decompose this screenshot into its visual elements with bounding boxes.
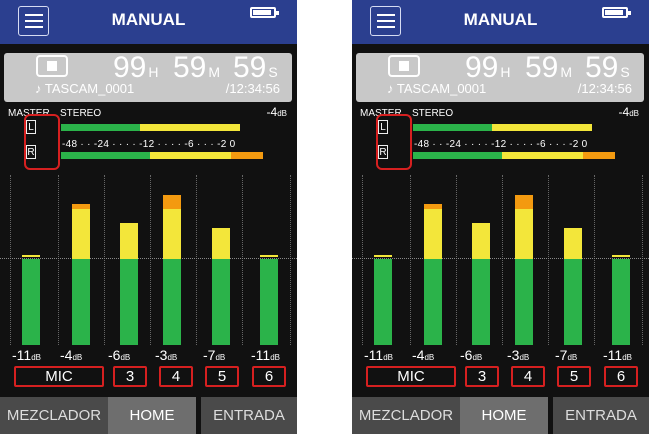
meter-reference-line: [0, 258, 297, 259]
meter-gridline: [104, 175, 105, 345]
stop-icon: [399, 61, 409, 71]
file-name: ♪ TASCAM_0001: [387, 81, 487, 96]
left-channel-label: L: [378, 120, 388, 134]
recorder-screen: MANUAL 99 H 59 M 59 S ♪ TASCAM_0001 /12:34:…: [352, 0, 649, 434]
channel-meter: [424, 204, 442, 345]
tab-home[interactable]: HOME: [460, 397, 548, 434]
tab-entrada[interactable]: ENTRADA: [201, 397, 297, 434]
minutes-readout: 59 M: [525, 51, 573, 84]
master-meter-right: [413, 152, 615, 159]
meter-gridline: [196, 175, 197, 345]
time-counter: 99 H 59 M 59 S ♪ TASCAM_0001 /12:34:56: [4, 51, 292, 102]
channel-meter: [163, 195, 181, 345]
master-meter-right: [61, 152, 263, 159]
channel-level-readout: -11dB: [603, 347, 632, 363]
meter-gridline: [410, 175, 411, 345]
channel-meter: [22, 255, 40, 345]
hours-readout: 99 H: [113, 51, 159, 84]
channel-meter: [72, 204, 90, 345]
channel-level-readout: -11dB: [251, 347, 280, 363]
channel-level-readout: -3dB: [155, 347, 178, 363]
meter-gridline: [242, 175, 243, 345]
channel-meter: [515, 195, 533, 345]
stereo-label: STEREO: [60, 108, 102, 119]
meter-gridline: [10, 175, 11, 345]
channel-level-readout: -6dB: [108, 347, 131, 363]
channel-level-readout: -11dB: [364, 347, 393, 363]
channel-meter: [612, 255, 630, 345]
meter-gridline: [290, 175, 291, 345]
stop-icon: [47, 61, 57, 71]
seconds-readout: 59 S: [233, 51, 278, 84]
tab-mezclador[interactable]: MEZCLADOR: [0, 397, 108, 434]
meter-gridline: [58, 175, 59, 345]
channel-meter: [564, 228, 582, 345]
meter-gridline: [594, 175, 595, 345]
top-bar: MANUAL: [352, 0, 649, 44]
minutes-readout: 59 M: [173, 51, 221, 84]
channel-meters: [352, 175, 649, 345]
left-channel-label: L: [26, 120, 36, 134]
channel-level-readout: -7dB: [555, 347, 578, 363]
right-channel-label: R: [26, 145, 36, 159]
channel-meter: [120, 223, 138, 345]
meter-gridline: [150, 175, 151, 345]
battery-icon: [250, 7, 279, 18]
channel-meter: [472, 223, 490, 345]
right-channel-label: R: [378, 145, 388, 159]
meter-reference-line: [352, 258, 649, 259]
channel-button[interactable]: MIC: [14, 366, 104, 387]
master-meter-left: [413, 124, 592, 131]
stereo-label: STEREO: [412, 108, 454, 119]
channel-button[interactable]: 3: [465, 366, 499, 387]
meter-gridline: [502, 175, 503, 345]
channel-button[interactable]: 4: [511, 366, 545, 387]
channel-meter: [212, 228, 230, 345]
meter-gridline: [362, 175, 363, 345]
master-peak-value: -4dB: [618, 105, 639, 119]
stop-button[interactable]: [36, 55, 68, 77]
total-time: /12:34:56: [225, 81, 280, 96]
channel-level-readout: -3dB: [507, 347, 530, 363]
channel-button[interactable]: 5: [205, 366, 239, 387]
master-meter-scale: -48 · · -24 · · · · -12 · · · · -6 · · ·…: [62, 139, 236, 150]
channel-level-readout: -4dB: [60, 347, 83, 363]
master-meter-left: [61, 124, 240, 131]
tab-entrada[interactable]: ENTRADA: [553, 397, 649, 434]
channel-button[interactable]: 5: [557, 366, 591, 387]
channel-button[interactable]: MIC: [366, 366, 456, 387]
total-time: /12:34:56: [577, 81, 632, 96]
channel-level-readout: -6dB: [460, 347, 483, 363]
channel-button[interactable]: 3: [113, 366, 147, 387]
channel-level-readout: -7dB: [203, 347, 226, 363]
meter-gridline: [548, 175, 549, 345]
channel-meters: [0, 175, 297, 345]
top-bar: MANUAL: [0, 0, 297, 44]
recorder-screen: MANUAL 99 H 59 M 59 S ♪ TASCAM_0001 /12:34:…: [0, 0, 297, 434]
channel-button[interactable]: 6: [604, 366, 638, 387]
channel-button[interactable]: 4: [159, 366, 193, 387]
file-name: ♪ TASCAM_0001: [35, 81, 135, 96]
seconds-readout: 59 S: [585, 51, 630, 84]
tab-mezclador[interactable]: MEZCLADOR: [352, 397, 460, 434]
channel-meter: [260, 255, 278, 345]
time-counter: 99 H 59 M 59 S ♪ TASCAM_0001 /12:34:56: [356, 51, 644, 102]
meter-gridline: [642, 175, 643, 345]
meter-gridline: [456, 175, 457, 345]
channel-button[interactable]: 6: [252, 366, 286, 387]
channel-level-readout: -4dB: [412, 347, 435, 363]
channel-level-readout: -11dB: [12, 347, 41, 363]
master-meter-scale: -48 · · -24 · · · · -12 · · · · -6 · · ·…: [414, 139, 588, 150]
tab-home[interactable]: HOME: [108, 397, 196, 434]
channel-meter: [374, 255, 392, 345]
stop-button[interactable]: [388, 55, 420, 77]
hours-readout: 99 H: [465, 51, 511, 84]
master-peak-value: -4dB: [266, 105, 287, 119]
battery-icon: [602, 7, 631, 18]
